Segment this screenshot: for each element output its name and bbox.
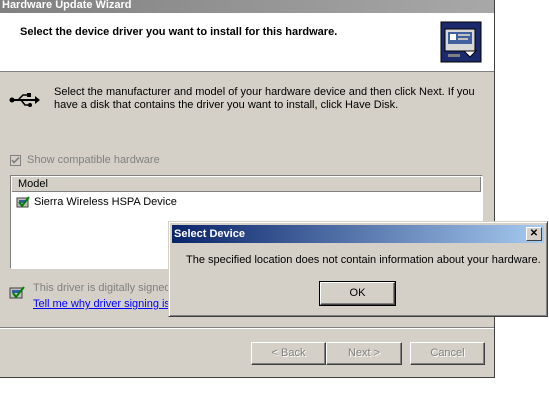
dialog-title: Select Device <box>174 228 245 240</box>
signed-driver-icon <box>16 195 30 209</box>
hardware-update-wizard: Hardware Update Wizard Select the device… <box>0 0 495 378</box>
dialog-message: The specified location does not contain … <box>186 254 541 266</box>
hardware-icon <box>440 21 482 63</box>
signed-driver-icon <box>9 284 25 300</box>
ok-button[interactable]: OK <box>319 281 396 306</box>
list-item-label: Sierra Wireless HSPA Device <box>34 196 177 208</box>
button-separator <box>0 327 494 328</box>
wizard-title: Hardware Update Wizard <box>0 0 494 13</box>
show-compatible-label: Show compatible hardware <box>27 154 160 166</box>
wizard-header: Select the device driver you want to ins… <box>0 13 494 72</box>
select-device-dialog: Select Device ✕ The specified location d… <box>168 221 548 317</box>
close-icon[interactable]: ✕ <box>526 227 542 241</box>
instructions-text: Select the manufacturer and model of you… <box>54 86 475 111</box>
next-button[interactable]: Next > <box>326 342 402 365</box>
show-compatible-checkbox[interactable] <box>10 155 21 166</box>
driver-signing-link[interactable]: Tell me why driver signing is <box>33 298 170 310</box>
model-column-header[interactable]: Model <box>12 177 481 192</box>
signed-status-text: This driver is digitally signed. <box>33 282 174 294</box>
usb-icon <box>9 92 41 108</box>
header-title: Select the device driver you want to ins… <box>20 26 338 38</box>
dialog-titlebar[interactable]: Select Device ✕ <box>172 225 544 243</box>
cancel-button[interactable]: Cancel <box>410 342 485 365</box>
back-button[interactable]: < Back <box>251 342 326 365</box>
